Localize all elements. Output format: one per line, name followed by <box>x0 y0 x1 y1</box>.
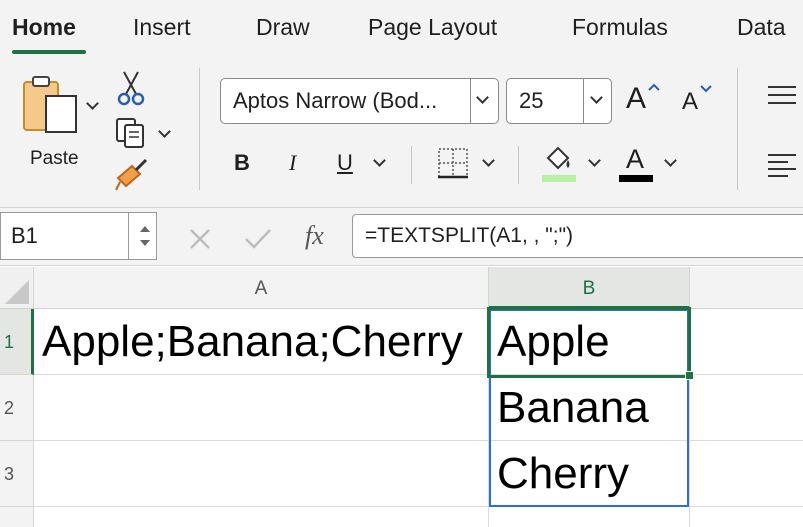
increase-font-glyph: A <box>626 82 647 115</box>
align-top-button[interactable] <box>766 84 798 108</box>
enter-check-icon[interactable] <box>244 227 272 251</box>
home-ribbon: Paste Aptos Narrow (Bod... 25 A A B I U … <box>0 58 803 208</box>
font-name-chevron-down-icon <box>476 91 489 104</box>
name-box-divider <box>128 213 129 259</box>
bold-button[interactable]: B <box>234 150 250 176</box>
ribbon-separator <box>411 146 412 184</box>
column-header-b[interactable]: B <box>489 267 690 309</box>
paint-bucket-icon <box>546 146 570 170</box>
font-size-chevron-down-icon <box>590 91 603 104</box>
font-size-divider <box>583 79 584 123</box>
insert-function-button[interactable]: fx <box>305 221 324 251</box>
format-painter-button[interactable] <box>114 158 150 192</box>
cell-c3[interactable] <box>690 441 803 507</box>
cut-button[interactable] <box>116 70 146 106</box>
name-box-stepper-icon[interactable] <box>139 223 151 249</box>
cell-c4[interactable] <box>690 507 803 527</box>
font-size-value: 25 <box>519 88 544 113</box>
align-left-icon <box>768 154 796 177</box>
align-lines-icon <box>768 86 796 104</box>
decrease-font-glyph: A <box>682 88 699 115</box>
tab-home[interactable]: Home <box>12 14 76 41</box>
underline-button[interactable]: U <box>337 150 353 176</box>
font-color-button[interactable]: A <box>619 144 653 184</box>
format-painter-icon <box>115 158 148 191</box>
borders-button[interactable] <box>436 146 470 180</box>
borders-icon <box>438 148 468 179</box>
tab-draw[interactable]: Draw <box>256 14 310 41</box>
tab-insert[interactable]: Insert <box>133 14 191 41</box>
name-box[interactable]: B1 <box>0 212 157 260</box>
tab-formulas[interactable]: Formulas <box>572 14 668 41</box>
cell-c1[interactable] <box>690 309 803 375</box>
align-left-button[interactable] <box>766 152 798 178</box>
active-tab-indicator <box>12 50 86 54</box>
cell-b2[interactable]: Banana <box>489 375 690 441</box>
copy-icon <box>116 118 144 148</box>
increase-font-size-button[interactable]: A <box>624 80 664 120</box>
ribbon-tabs: Home Insert Draw Page Layout Formulas Da… <box>0 0 803 58</box>
cell-a3[interactable] <box>34 441 489 507</box>
cell-a4[interactable] <box>34 507 489 527</box>
worksheet-grid: A B 1 2 3 Apple;Banana;Cherry Apple Bana… <box>0 267 803 527</box>
cell-c2[interactable] <box>690 375 803 441</box>
name-box-value: B1 <box>11 223 38 248</box>
caret-up-icon <box>648 83 660 91</box>
font-name-select[interactable]: Aptos Narrow (Bod... <box>220 78 499 124</box>
fill-color-button[interactable] <box>542 144 576 184</box>
select-all-corner[interactable] <box>0 267 34 309</box>
ribbon-separator <box>737 68 738 190</box>
fill-handle[interactable] <box>685 371 694 380</box>
font-name-value: Aptos Narrow (Bod... <box>233 88 438 113</box>
formula-input[interactable]: =TEXTSPLIT(A1, , ";") <box>352 214 803 258</box>
formula-bar: B1 fx =TEXTSPLIT(A1, , ";") <box>0 208 803 266</box>
scissors-icon <box>117 71 145 106</box>
cell-b4[interactable] <box>489 507 690 527</box>
underline-chevron-down-icon[interactable] <box>373 154 386 167</box>
row-header-3[interactable]: 3 <box>0 441 34 507</box>
italic-button[interactable]: I <box>289 150 296 176</box>
paste-chevron-down-icon[interactable] <box>86 97 99 110</box>
font-color-chevron-down-icon[interactable] <box>664 154 677 167</box>
cell-b3[interactable]: Cherry <box>489 441 690 507</box>
clipboard-icon <box>23 76 77 133</box>
font-color-swatch <box>619 175 653 182</box>
column-header-a[interactable]: A <box>34 267 489 309</box>
ribbon-separator <box>518 146 519 184</box>
copy-button[interactable] <box>114 116 148 148</box>
borders-chevron-down-icon[interactable] <box>482 154 495 167</box>
font-color-glyph: A <box>626 144 645 174</box>
row-header-1[interactable]: 1 <box>0 309 34 375</box>
cell-a1[interactable]: Apple;Banana;Cherry <box>34 309 489 375</box>
tab-page-layout[interactable]: Page Layout <box>368 14 497 41</box>
paste-label: Paste <box>30 148 79 169</box>
tab-data[interactable]: Data <box>737 14 786 41</box>
fill-color-swatch <box>542 175 576 182</box>
caret-down-icon <box>700 85 712 93</box>
column-header-c[interactable] <box>690 267 803 309</box>
row-header-4[interactable] <box>0 507 34 527</box>
ribbon-separator <box>199 68 200 190</box>
cell-a2[interactable] <box>34 375 489 441</box>
decrease-font-size-button[interactable]: A <box>680 84 716 120</box>
cell-b1[interactable]: Apple <box>489 309 690 375</box>
font-name-divider <box>470 79 471 123</box>
fill-color-chevron-down-icon[interactable] <box>588 154 601 167</box>
select-all-triangle-icon <box>5 280 29 304</box>
formula-text: =TEXTSPLIT(A1, , ";") <box>365 224 574 247</box>
cancel-icon[interactable] <box>188 227 212 251</box>
font-size-select[interactable]: 25 <box>506 78 612 124</box>
copy-chevron-down-icon[interactable] <box>158 125 171 138</box>
row-header-2[interactable]: 2 <box>0 375 34 441</box>
paste-button[interactable] <box>20 74 84 136</box>
